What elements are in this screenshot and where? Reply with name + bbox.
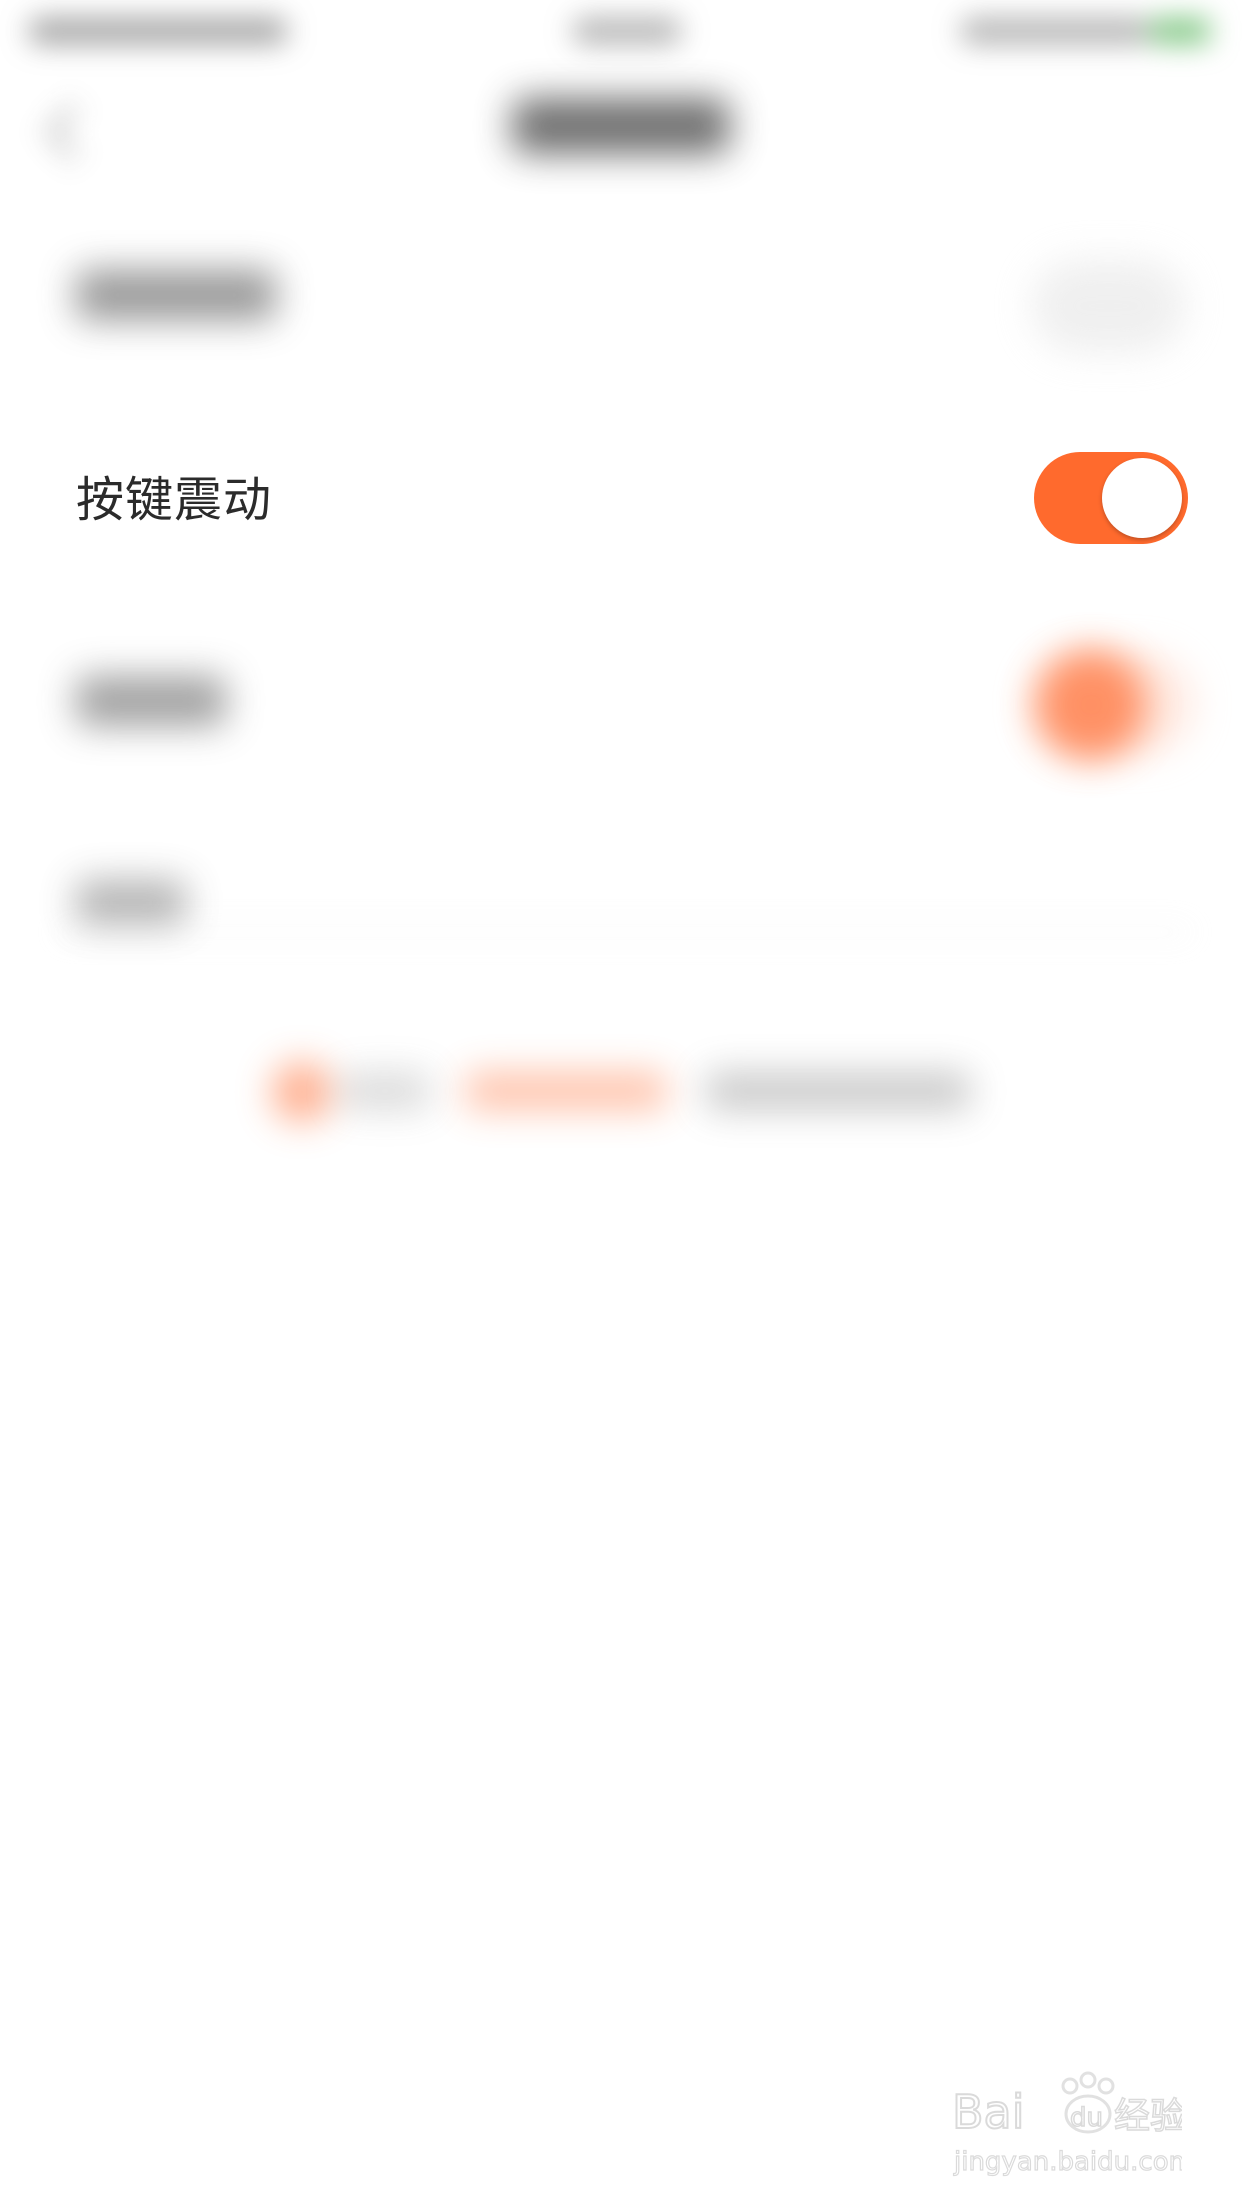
key-vibration-label: 按键震动 — [76, 472, 273, 528]
setting-row-3-toggle-knob — [1036, 650, 1146, 760]
carrier-signal — [28, 18, 288, 44]
baidu-jingyan-watermark: Bai du 经验 jingyan.baidu.com — [951, 2070, 1195, 2190]
settings-screen: 按键震动 Bai du 经验 jingyan.baidu.com — [0, 0, 1242, 2208]
watermark-logo-icon: Bai du 经验 jingyan.baidu.com — [951, 2071, 1195, 2178]
toggle-knob — [1102, 458, 1182, 538]
battery-icon — [1150, 18, 1210, 44]
svg-text:经验: 经验 — [1114, 2096, 1182, 2137]
svg-text:Bai: Bai — [952, 2085, 1025, 2139]
setting-row-1-toggle[interactable] — [1032, 260, 1186, 352]
setting-row-3-label — [76, 676, 226, 726]
svg-text:du: du — [1070, 2103, 1103, 2133]
status-bar — [0, 0, 1242, 62]
status-indicators — [960, 18, 1150, 44]
status-time — [572, 18, 682, 44]
setting-row-4-label — [76, 880, 186, 926]
nav-title — [512, 98, 730, 154]
divider — [60, 930, 1190, 934]
footer-text — [340, 1072, 430, 1110]
svg-text:jingyan.baidu.com: jingyan.baidu.com — [953, 2147, 1182, 2177]
setting-row-1-label — [76, 270, 276, 320]
checkbox-icon[interactable] — [272, 1062, 332, 1122]
key-vibration-toggle[interactable] — [1034, 452, 1188, 544]
footer-text-2 — [706, 1072, 970, 1110]
footer-link[interactable] — [466, 1072, 666, 1110]
